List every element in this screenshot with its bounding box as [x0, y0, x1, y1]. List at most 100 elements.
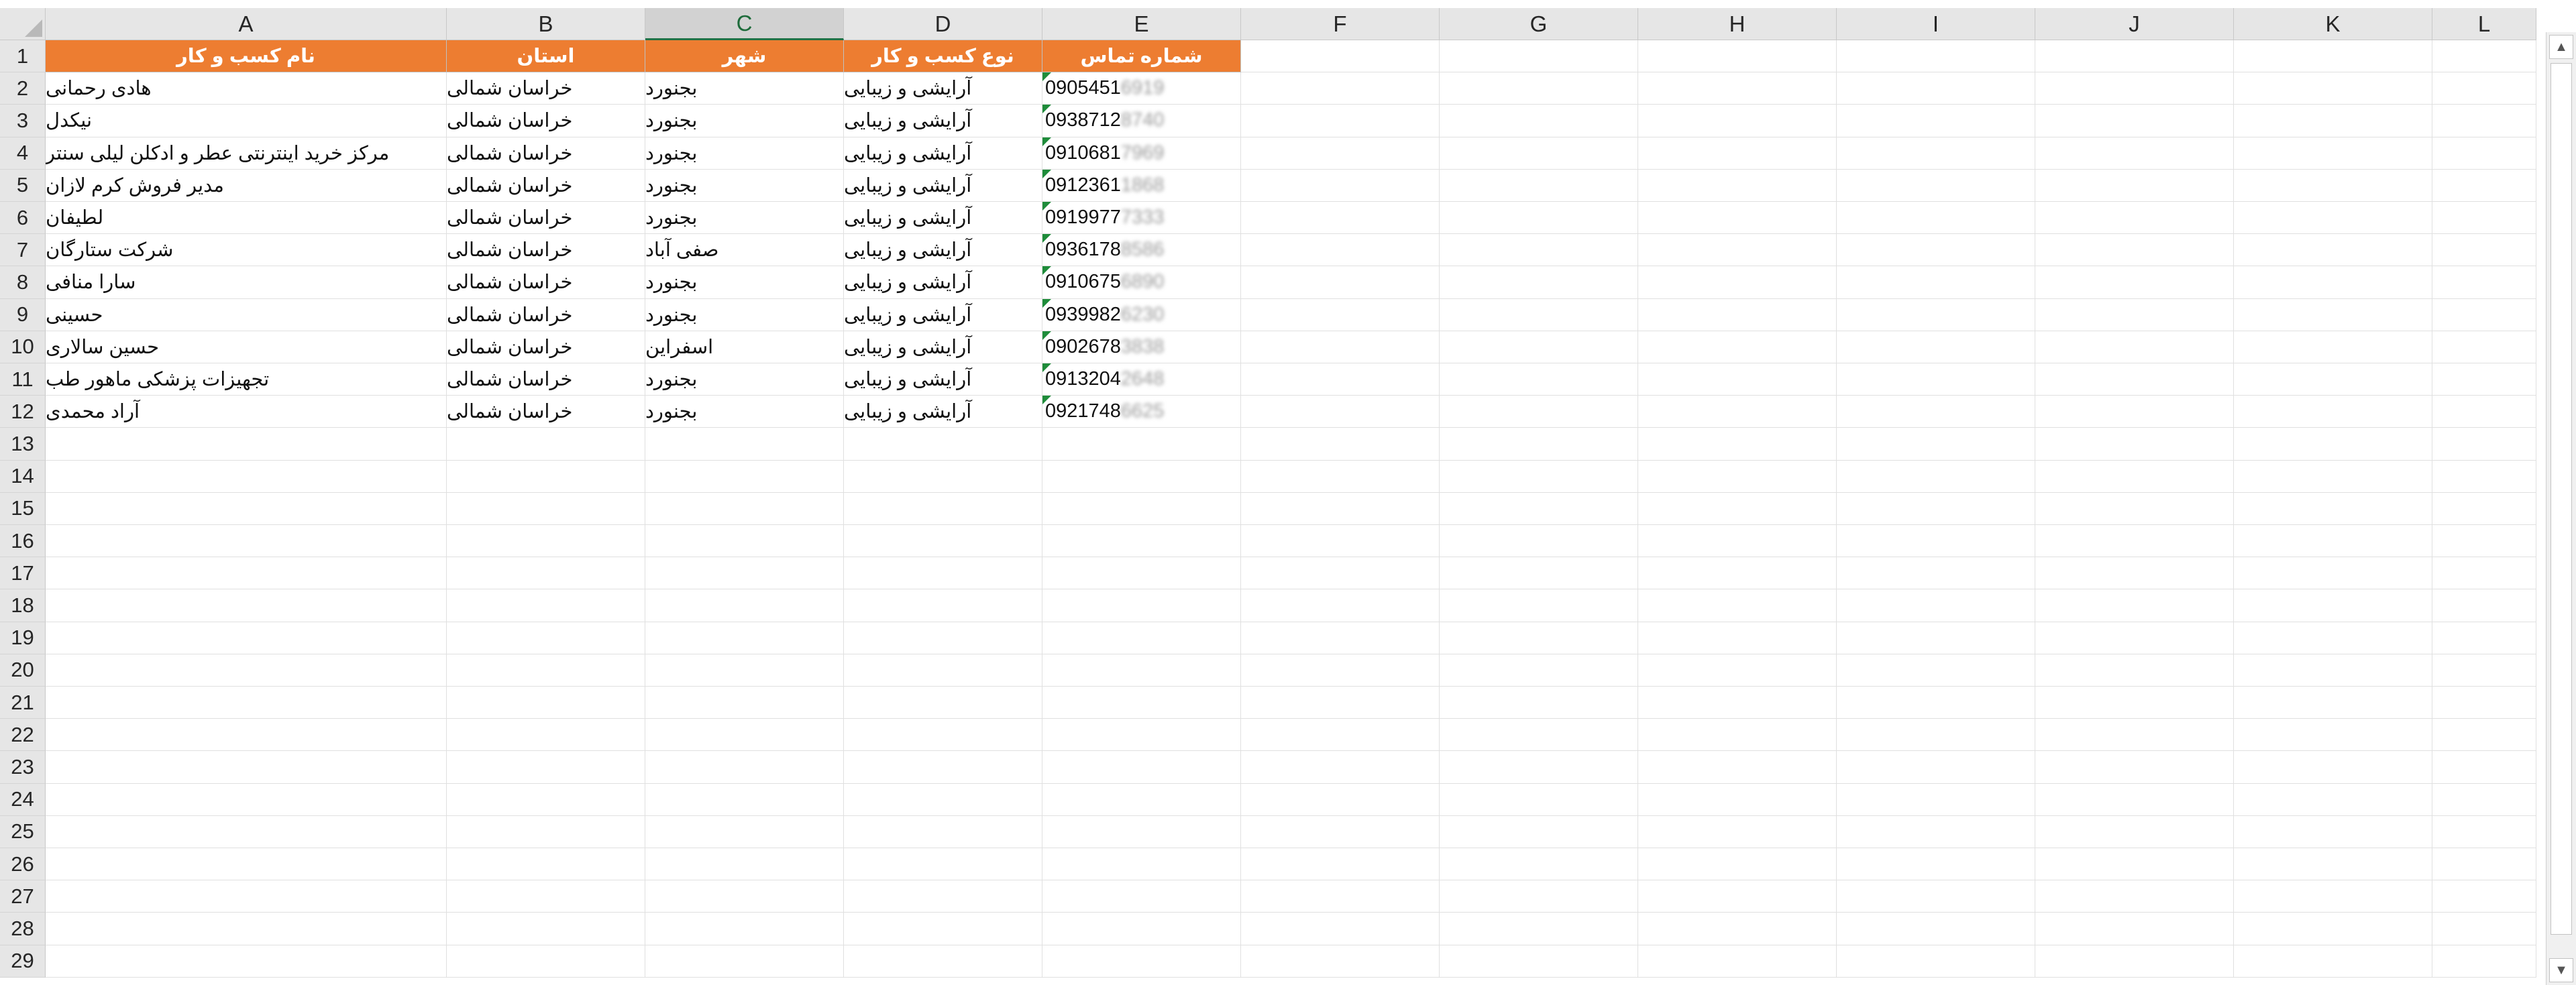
- cell-e4[interactable]: 0910681 7969: [1042, 137, 1241, 170]
- cell-b24[interactable]: [447, 783, 645, 816]
- cell-h7[interactable]: [1638, 234, 1837, 267]
- cell-g19[interactable]: [1440, 622, 1638, 654]
- cell-j9[interactable]: [2035, 298, 2234, 331]
- cell-h27[interactable]: [1638, 880, 1837, 913]
- cell-i25[interactable]: [1837, 815, 2035, 848]
- cell-i21[interactable]: [1837, 687, 2035, 719]
- cell-e8[interactable]: 0910675 6890: [1042, 266, 1241, 299]
- cell-b14[interactable]: [447, 460, 645, 493]
- cell-h25[interactable]: [1638, 815, 1837, 848]
- cell-k18[interactable]: [2234, 589, 2432, 622]
- row-header-25[interactable]: 25: [0, 815, 46, 848]
- cell-a6[interactable]: لطیفان: [46, 202, 447, 235]
- cell-e21[interactable]: [1042, 687, 1241, 719]
- cell-h29[interactable]: [1638, 945, 1837, 978]
- cell-c22[interactable]: [645, 719, 844, 752]
- row-header-4[interactable]: 4: [0, 137, 46, 170]
- cell-g14[interactable]: [1440, 460, 1638, 493]
- cell-g24[interactable]: [1440, 783, 1638, 816]
- cell-j8[interactable]: [2035, 266, 2234, 299]
- cell-c23[interactable]: [645, 751, 844, 784]
- cell-e13[interactable]: [1042, 428, 1241, 461]
- cell-l24[interactable]: [2432, 783, 2536, 816]
- cell-b20[interactable]: [447, 654, 645, 687]
- cell-i4[interactable]: [1837, 137, 2035, 170]
- row-header-22[interactable]: 22: [0, 719, 46, 752]
- cell-k20[interactable]: [2234, 654, 2432, 687]
- cell-h3[interactable]: [1638, 105, 1837, 137]
- column-header-f[interactable]: F: [1241, 8, 1440, 40]
- cell-j5[interactable]: [2035, 169, 2234, 202]
- cell-e22[interactable]: [1042, 719, 1241, 752]
- cell-a19[interactable]: [46, 622, 447, 654]
- cell-i20[interactable]: [1837, 654, 2035, 687]
- cell-b9[interactable]: خراسان شمالی: [447, 298, 645, 331]
- row-header-9[interactable]: 9: [0, 298, 46, 331]
- cell-b11[interactable]: خراسان شمالی: [447, 363, 645, 396]
- cell-l27[interactable]: [2432, 880, 2536, 913]
- cell-a9[interactable]: حسینی: [46, 298, 447, 331]
- cell-d15[interactable]: [844, 492, 1042, 525]
- cell-g23[interactable]: [1440, 751, 1638, 784]
- cell-c21[interactable]: [645, 687, 844, 719]
- cell-a28[interactable]: [46, 913, 447, 945]
- cell-g21[interactable]: [1440, 687, 1638, 719]
- cell-g2[interactable]: [1440, 72, 1638, 105]
- cell-g16[interactable]: [1440, 525, 1638, 558]
- cell-e7[interactable]: 0936178 8586: [1042, 234, 1241, 267]
- cell-d12[interactable]: آرایشی و زیبایی: [844, 396, 1042, 428]
- cell-l11[interactable]: [2432, 363, 2536, 396]
- cell-c28[interactable]: [645, 913, 844, 945]
- cell-b2[interactable]: خراسان شمالی: [447, 72, 645, 105]
- cell-i16[interactable]: [1837, 525, 2035, 558]
- cell-c20[interactable]: [645, 654, 844, 687]
- cell-d7[interactable]: آرایشی و زیبایی: [844, 234, 1042, 267]
- cell-l26[interactable]: [2432, 848, 2536, 881]
- cell-k19[interactable]: [2234, 622, 2432, 654]
- cell-j6[interactable]: [2035, 202, 2234, 235]
- cell-l25[interactable]: [2432, 815, 2536, 848]
- row-header-12[interactable]: 12: [0, 396, 46, 428]
- cell-e20[interactable]: [1042, 654, 1241, 687]
- cell-b27[interactable]: [447, 880, 645, 913]
- cell-j3[interactable]: [2035, 105, 2234, 137]
- cell-c18[interactable]: [645, 589, 844, 622]
- cell-a25[interactable]: [46, 815, 447, 848]
- cell-k23[interactable]: [2234, 751, 2432, 784]
- cell-d20[interactable]: [844, 654, 1042, 687]
- cell-e15[interactable]: [1042, 492, 1241, 525]
- cell-c6[interactable]: بجنورد: [645, 202, 844, 235]
- column-header-i[interactable]: I: [1837, 8, 2035, 40]
- cell-a22[interactable]: [46, 719, 447, 752]
- cell-i18[interactable]: [1837, 589, 2035, 622]
- column-header-e[interactable]: E: [1042, 8, 1241, 40]
- cell-g6[interactable]: [1440, 202, 1638, 235]
- cell-g29[interactable]: [1440, 945, 1638, 978]
- column-header-l[interactable]: L: [2432, 8, 2536, 40]
- cell-d5[interactable]: آرایشی و زیبایی: [844, 169, 1042, 202]
- cell-i19[interactable]: [1837, 622, 2035, 654]
- cell-a15[interactable]: [46, 492, 447, 525]
- cell-g26[interactable]: [1440, 848, 1638, 881]
- cell-a4[interactable]: مرکز خرید اینترنتی عطر و ادکلن لیلی سنتر: [46, 137, 447, 170]
- row-header-23[interactable]: 23: [0, 751, 46, 784]
- cell-e18[interactable]: [1042, 589, 1241, 622]
- cell-i23[interactable]: [1837, 751, 2035, 784]
- cell-i15[interactable]: [1837, 492, 2035, 525]
- cell-d13[interactable]: [844, 428, 1042, 461]
- row-header-28[interactable]: 28: [0, 913, 46, 945]
- cell-i7[interactable]: [1837, 234, 2035, 267]
- row-header-14[interactable]: 14: [0, 460, 46, 493]
- row-header-27[interactable]: 27: [0, 880, 46, 913]
- cell-d10[interactable]: آرایشی و زیبایی: [844, 331, 1042, 363]
- cell-i2[interactable]: [1837, 72, 2035, 105]
- header-cell-e[interactable]: شماره تماس: [1042, 40, 1241, 73]
- cell-k24[interactable]: [2234, 783, 2432, 816]
- cell-e14[interactable]: [1042, 460, 1241, 493]
- cell-j14[interactable]: [2035, 460, 2234, 493]
- cell-l15[interactable]: [2432, 492, 2536, 525]
- cell-k25[interactable]: [2234, 815, 2432, 848]
- cell-j28[interactable]: [2035, 913, 2234, 945]
- cell-f6[interactable]: [1241, 202, 1440, 235]
- cell-c7[interactable]: صفی آباد: [645, 234, 844, 267]
